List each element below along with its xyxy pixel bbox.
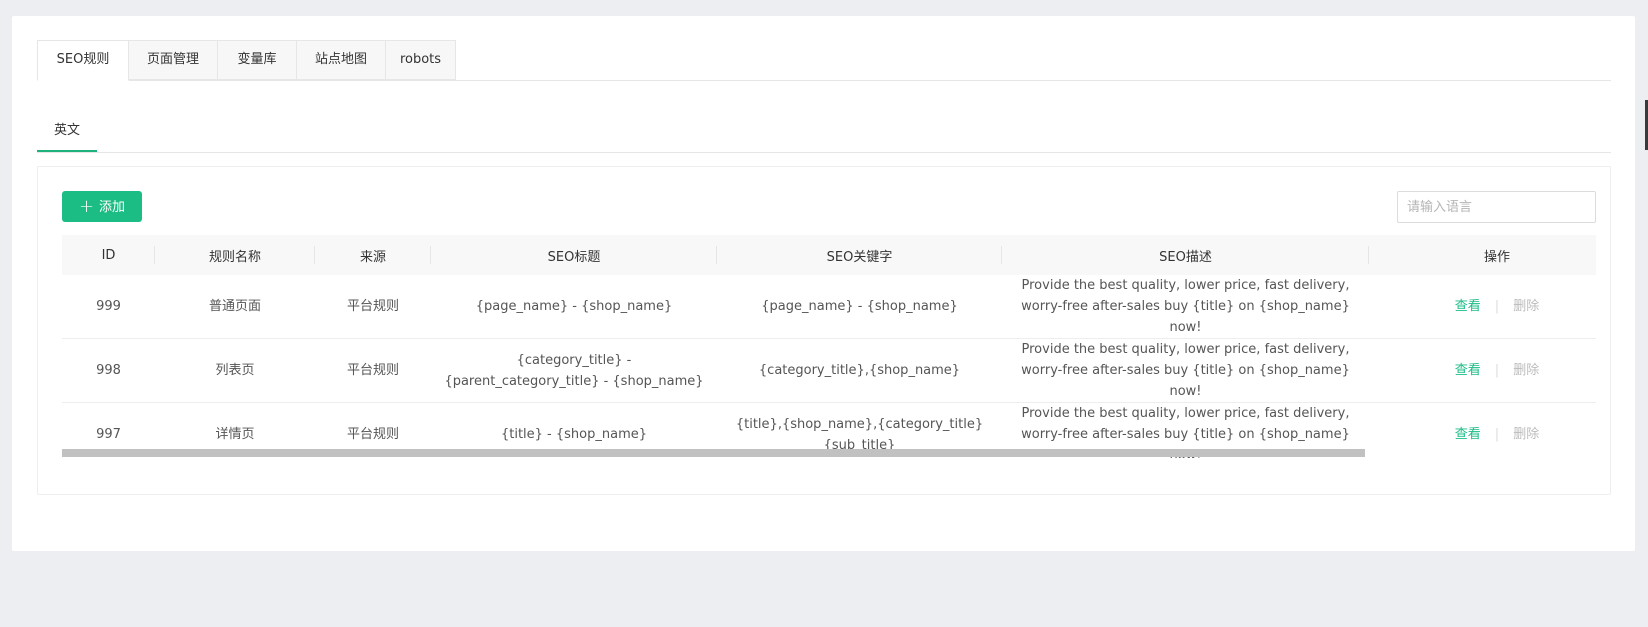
- view-link[interactable]: 查看: [1455, 427, 1481, 442]
- plus-icon: +: [78, 196, 95, 217]
- action-divider: |: [1494, 363, 1500, 378]
- cell-id: 998: [62, 338, 155, 403]
- add-button[interactable]: + 添加: [62, 191, 142, 222]
- rules-panel: + 添加 ID 规则名称 来源: [37, 166, 1611, 495]
- column-header-actions: 操作: [1398, 235, 1596, 275]
- action-divider: |: [1494, 299, 1500, 314]
- cell-source: 平台规则: [315, 338, 431, 403]
- cell-actions: 查看 | 删除: [1398, 402, 1596, 458]
- language-search-input[interactable]: [1397, 191, 1596, 223]
- cell-seo-title: {page_name} - {shop_name}: [431, 275, 717, 339]
- table-header-row: ID 规则名称 来源 SEO标题 SEO关键字 SEO描述 操作: [62, 235, 1596, 275]
- column-header-source: 来源: [315, 235, 431, 275]
- column-header-spacer: [1369, 235, 1398, 275]
- language-tabs: 英文: [37, 112, 1611, 153]
- cell-seo-description: Provide the best quality, lower price, f…: [1002, 275, 1369, 339]
- add-button-label: 添加: [99, 200, 126, 215]
- tab-page-management[interactable]: 页面管理: [128, 40, 218, 80]
- table-row: 998 列表页 平台规则 {category_title} - {parent_…: [62, 338, 1596, 403]
- table-row: 999 普通页面 平台规则 {page_name} - {shop_name} …: [62, 275, 1596, 339]
- cell-rule-name: 普通页面: [155, 275, 315, 339]
- horizontal-scrollbar[interactable]: [62, 449, 1365, 457]
- tab-sitemap[interactable]: 站点地图: [296, 40, 386, 80]
- column-header-rule-name: 规则名称: [155, 235, 315, 275]
- cell-id: 999: [62, 275, 155, 339]
- cell-actions: 查看 | 删除: [1398, 275, 1596, 339]
- cell-spacer: [1369, 338, 1398, 403]
- delete-link[interactable]: 删除: [1513, 299, 1539, 314]
- cell-seo-keywords: {page_name} - {shop_name}: [717, 275, 1002, 339]
- view-link[interactable]: 查看: [1455, 363, 1481, 378]
- action-divider: |: [1494, 427, 1500, 442]
- tab-robots[interactable]: robots: [385, 40, 456, 80]
- delete-link[interactable]: 删除: [1513, 427, 1539, 442]
- column-header-seo-description: SEO描述: [1002, 235, 1369, 275]
- column-header-seo-title: SEO标题: [431, 235, 717, 275]
- column-header-id: ID: [62, 235, 155, 275]
- cell-seo-keywords: {category_title},{shop_name}: [717, 338, 1002, 403]
- column-header-seo-keywords: SEO关键字: [717, 235, 1002, 275]
- cell-spacer: [1369, 275, 1398, 339]
- lang-tab-english[interactable]: 英文: [37, 112, 97, 152]
- cell-actions: 查看 | 删除: [1398, 338, 1596, 403]
- cell-rule-name: 列表页: [155, 338, 315, 403]
- tab-variable-library[interactable]: 变量库: [217, 40, 297, 80]
- cell-source: 平台规则: [315, 275, 431, 339]
- tab-seo-rules[interactable]: SEO规则: [37, 40, 129, 81]
- cell-seo-description: Provide the best quality, lower price, f…: [1002, 338, 1369, 403]
- cell-spacer: [1369, 402, 1398, 458]
- top-tabs: SEO规则 页面管理 变量库 站点地图 robots: [37, 40, 1611, 81]
- cell-seo-title: {category_title} - {parent_category_titl…: [431, 338, 717, 403]
- delete-link[interactable]: 删除: [1513, 363, 1539, 378]
- rules-table: ID 规则名称 来源 SEO标题 SEO关键字 SEO描述 操作 999 普通页…: [62, 235, 1596, 458]
- view-link[interactable]: 查看: [1455, 299, 1481, 314]
- main-card: SEO规则 页面管理 变量库 站点地图 robots 英文 + 添加 请输入语言…: [12, 16, 1635, 551]
